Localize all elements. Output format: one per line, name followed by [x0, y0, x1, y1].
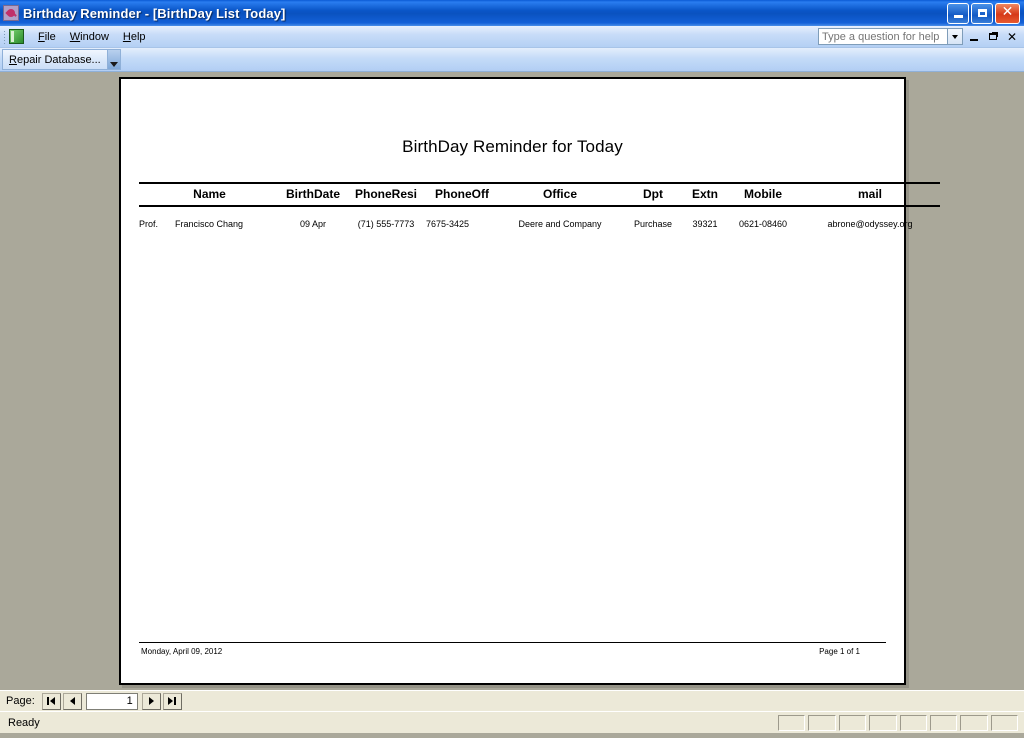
page-navigation-bar: Page: — [0, 690, 1024, 711]
table-row: Prof. Francisco Chang 09 Apr (71) 555-77… — [139, 206, 940, 229]
title-separator: - — [141, 5, 153, 21]
key-icon — [3, 5, 19, 21]
report-footer: Monday, April 09, 2012 Page 1 of 1 — [139, 642, 886, 656]
triangle-left-icon — [69, 697, 75, 705]
report-header-row: Name BirthDate PhoneResi PhoneOff Office… — [139, 182, 940, 207]
report-table-body: Prof. Francisco Chang 09 Apr (71) 555-77… — [139, 206, 940, 229]
next-page-button[interactable] — [141, 692, 161, 710]
menu-item-help-label: elp — [130, 30, 146, 43]
cell-birthdate: 09 Apr — [299, 219, 327, 229]
report-page[interactable]: BirthDay Reminder for Today Name BirthDa… — [119, 77, 940, 685]
page-number-input[interactable] — [85, 692, 138, 710]
menu-item-file-label: ile — [44, 30, 56, 43]
chevron-down-icon[interactable] — [948, 28, 963, 45]
status-bar: Ready — [0, 711, 1024, 733]
repair-accel: R — [9, 53, 17, 66]
menu-item-window[interactable]: Window — [63, 28, 116, 46]
status-pane-group — [778, 714, 1024, 731]
cell-phoneresi: (71) 555-7773 — [357, 219, 415, 229]
window-titlebar[interactable]: Birthday Reminder - [BirthDay List Today… — [0, 0, 1024, 26]
status-pane — [899, 714, 927, 731]
status-pane — [838, 714, 867, 731]
column-header-extn: Extn — [684, 182, 726, 207]
window-maximize-button[interactable] — [971, 2, 993, 24]
cell-dpt: Purchase — [633, 219, 673, 229]
toolbar-options-button[interactable] — [107, 49, 121, 70]
mdi-close-button[interactable]: ✕ — [1004, 29, 1020, 45]
column-header-birthdate: BirthDate — [280, 182, 346, 207]
column-header-mobile: Mobile — [726, 182, 800, 207]
first-page-button[interactable] — [41, 692, 61, 710]
help-search-group: ✕ — [818, 28, 1024, 45]
column-header-mail: mail — [800, 182, 940, 207]
database-icon — [9, 29, 24, 44]
page-nav-label: Page: — [6, 695, 35, 707]
main-toolbar: Repair Database... — [0, 48, 1024, 72]
app-title: Birthday Reminder — [23, 5, 142, 21]
document-title: [BirthDay List Today] — [152, 5, 286, 21]
window-close-button[interactable]: ✕ — [995, 2, 1020, 24]
footer-date: Monday, April 09, 2012 — [141, 647, 223, 656]
column-header-dpt: Dpt — [622, 182, 684, 207]
mdi-restore-button[interactable] — [985, 29, 1001, 45]
cell-extn: 39321 — [692, 219, 718, 229]
menu-bar: File Window Help ✕ — [0, 26, 1024, 48]
cell-title: Prof. — [139, 219, 159, 229]
report-table: Name BirthDate PhoneResi PhoneOff Office… — [139, 182, 940, 229]
column-header-name: Name — [139, 182, 280, 207]
first-page-icon — [47, 697, 50, 705]
last-page-button[interactable] — [162, 692, 182, 710]
repair-database-button[interactable]: Repair Database... — [2, 49, 108, 70]
cell-office: Deere and Company — [518, 219, 602, 229]
close-icon: ✕ — [1001, 4, 1014, 20]
cell-mobile: 0621-08460 — [738, 219, 788, 229]
triangle-right-icon — [148, 697, 154, 705]
status-pane — [960, 714, 988, 731]
column-header-phoneresi: PhoneResi — [346, 182, 426, 207]
cell-phoneoff: 7675-3425 — [426, 219, 470, 229]
previous-page-button[interactable] — [62, 692, 82, 710]
menubar-drag-grip[interactable] — [3, 29, 6, 44]
help-search-input[interactable] — [818, 28, 948, 45]
menu-item-file[interactable]: File — [31, 28, 63, 46]
status-pane — [778, 714, 806, 731]
window-minimize-button[interactable] — [947, 2, 969, 24]
status-pane — [990, 714, 1018, 731]
triangle-right-icon — [168, 697, 174, 705]
triangle-left-icon — [50, 697, 56, 705]
menu-item-window-label: indow — [80, 30, 109, 43]
cell-mail: abrone@odyssey.org — [827, 219, 913, 229]
report-table-header: Name BirthDate PhoneResi PhoneOff Office… — [139, 182, 940, 207]
cell-name: Francisco Chang — [175, 219, 244, 229]
footer-page-number: Page 1 of 1 — [819, 647, 860, 656]
menu-item-help[interactable]: Help — [116, 28, 153, 46]
status-pane — [869, 714, 897, 731]
report-title: BirthDay Reminder for Today — [402, 137, 623, 156]
column-header-phoneoff: PhoneOff — [426, 182, 498, 207]
window-controls: ✕ — [947, 2, 1022, 24]
column-header-office: Office — [498, 182, 622, 207]
repair-database-label: epair Database... — [16, 53, 101, 66]
status-message: Ready — [8, 716, 40, 729]
status-pane — [929, 714, 958, 731]
status-pane — [808, 714, 836, 731]
mdi-minimize-button[interactable] — [966, 29, 982, 45]
report-preview-workspace: BirthDay Reminder for Today Name BirthDa… — [0, 72, 1024, 690]
last-page-icon — [174, 697, 177, 705]
window-title: Birthday Reminder - [BirthDay List Today… — [23, 6, 285, 21]
report-page-content: BirthDay Reminder for Today Name BirthDa… — [139, 79, 940, 683]
